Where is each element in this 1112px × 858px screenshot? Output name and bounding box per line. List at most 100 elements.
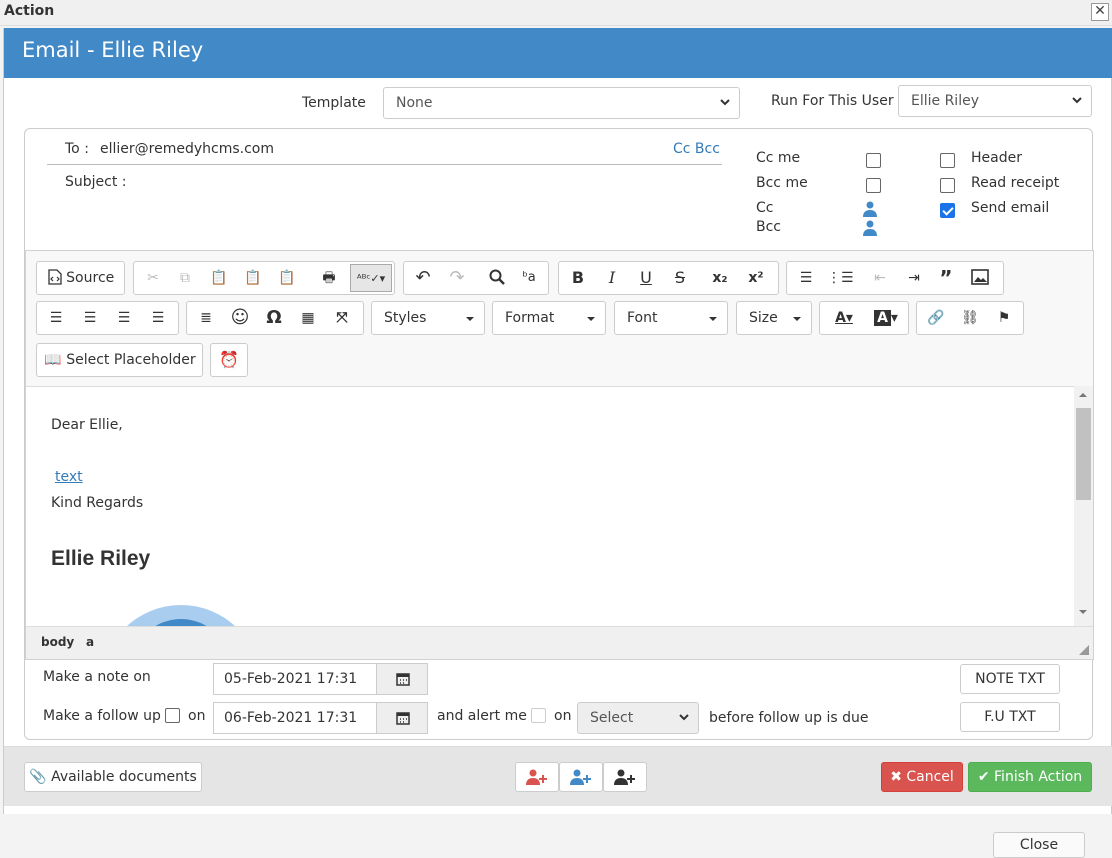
email-dialog: Email - Ellie Riley Template None Run Fo…	[3, 28, 1112, 814]
source-button[interactable]: Source	[41, 264, 121, 292]
note-calendar-button[interactable]	[376, 663, 428, 695]
replace-icon[interactable]: ᵇa	[516, 264, 542, 292]
alarm-clock-icon[interactable]: ⏰	[215, 346, 243, 374]
path-a[interactable]: a	[86, 635, 94, 649]
toolbar-group-placeholder: 📖 Select Placeholder	[36, 343, 203, 377]
bcc-person-icon[interactable]	[863, 220, 877, 236]
redo-icon[interactable]: ↷	[444, 264, 470, 292]
text-color-icon[interactable]: A▾	[824, 304, 864, 332]
cancel-button[interactable]: ✖ Cancel	[881, 762, 963, 792]
print-icon[interactable]: 🖶	[316, 264, 342, 292]
followup-calendar-button[interactable]	[376, 702, 428, 734]
followup-date-input[interactable]: 06-Feb-2021 17:31	[213, 702, 377, 734]
background-color-icon[interactable]: A ▾	[866, 304, 906, 332]
decrease-indent-icon[interactable]: ⇤	[867, 264, 893, 292]
available-documents-label: Available documents	[51, 769, 197, 785]
strikethrough-icon[interactable]: S	[667, 264, 693, 292]
body-link[interactable]: text	[55, 469, 83, 485]
bcc-me-checkbox[interactable]	[866, 178, 881, 193]
cc-person-icon[interactable]	[863, 201, 877, 217]
check-icon: ✔	[977, 769, 990, 785]
align-left-icon[interactable]: ☰	[43, 304, 69, 332]
underline-icon[interactable]: U	[633, 264, 659, 292]
special-char-icon[interactable]: Ω	[261, 304, 287, 332]
undo-icon[interactable]: ↶	[410, 264, 436, 292]
bulleted-list-icon[interactable]: ⋮☰	[827, 264, 854, 292]
add-user-blue-button[interactable]	[559, 762, 603, 792]
alert-select-value: Select	[590, 710, 634, 726]
find-icon[interactable]	[484, 264, 510, 292]
body-closing: Kind Regards	[51, 495, 144, 511]
alert-checkbox[interactable]	[531, 708, 546, 723]
alert-select[interactable]: Select	[577, 702, 699, 734]
editor-content[interactable]: Dear Ellie, text Kind Regards Ellie Rile…	[26, 386, 1074, 626]
paste-icon[interactable]: 📋	[206, 264, 232, 292]
select-placeholder-label: Select Placeholder	[66, 352, 196, 368]
path-body[interactable]: body	[41, 635, 74, 649]
scroll-thumb[interactable]	[1076, 408, 1091, 500]
add-user-red-button[interactable]	[515, 762, 559, 792]
fu-txt-button[interactable]: F.U TXT	[960, 702, 1060, 732]
toolbar-group-colors: A▾ A ▾	[819, 301, 909, 335]
font-dropdown[interactable]: Font	[614, 301, 728, 335]
calendar-icon	[396, 673, 410, 686]
size-dropdown[interactable]: Size	[736, 301, 812, 335]
cut-icon[interactable]: ✂	[140, 264, 166, 292]
numbered-list-icon[interactable]: ☰	[793, 264, 819, 292]
horizontal-line-icon[interactable]: ≣	[193, 304, 219, 332]
italic-icon[interactable]: I	[599, 264, 625, 292]
subject-label: Subject :	[65, 174, 127, 190]
unlink-icon[interactable]: ⛓	[955, 304, 985, 332]
align-center-icon[interactable]: ☰	[77, 304, 103, 332]
cc-bcc-link[interactable]: Cc Bcc	[673, 141, 720, 157]
superscript-icon[interactable]: x²	[743, 264, 769, 292]
bold-icon[interactable]: B	[565, 264, 591, 292]
run-for-user-select[interactable]: Ellie Riley	[898, 85, 1092, 117]
paste-word-icon[interactable]: 📋	[274, 264, 300, 292]
toolbar-group-lists: ☰ ⋮☰ ⇤ ⇥ ”	[786, 261, 1004, 295]
read-receipt-checkbox[interactable]	[940, 178, 955, 193]
toolbar-group-undo: ↶ ↷ ᵇa	[403, 261, 549, 295]
smiley-icon[interactable]: ☺	[227, 304, 253, 332]
finish-action-button[interactable]: ✔ Finish Action	[968, 762, 1092, 792]
format-dropdown[interactable]: Format	[492, 301, 606, 335]
subscript-icon[interactable]: x₂	[707, 264, 733, 292]
followup-date-value: 06-Feb-2021 17:31	[224, 710, 358, 726]
spellcheck-icon[interactable]: ᴬᴮᶜ✓▾	[350, 264, 392, 292]
justify-icon[interactable]: ☰	[145, 304, 171, 332]
paste-text-icon[interactable]: 📋	[240, 264, 266, 292]
increase-indent-icon[interactable]: ⇥	[901, 264, 927, 292]
image-icon[interactable]	[967, 264, 993, 292]
note-date-input[interactable]: 05-Feb-2021 17:31	[213, 663, 377, 695]
close-button[interactable]: Close	[993, 832, 1085, 858]
header-checkbox[interactable]	[940, 153, 955, 168]
scroll-down-icon[interactable]	[1079, 610, 1087, 618]
to-label: To :	[65, 141, 89, 157]
window-close-icon[interactable]: ✕	[1091, 3, 1109, 21]
blockquote-icon[interactable]: ”	[933, 264, 959, 292]
template-select[interactable]: None	[383, 87, 740, 119]
send-email-checkbox[interactable]	[940, 203, 955, 218]
available-documents-button[interactable]: 📎 Available documents	[24, 762, 202, 792]
resize-grip-icon[interactable]	[1079, 645, 1089, 655]
copy-icon[interactable]: ⧉	[172, 264, 198, 292]
followup-checkbox[interactable]	[165, 708, 180, 723]
styles-dropdown[interactable]: Styles	[371, 301, 485, 335]
cc-me-checkbox[interactable]	[866, 153, 881, 168]
to-field[interactable]: ellier@remedyhcms.com	[100, 141, 274, 157]
alert-label: and alert me	[437, 708, 527, 724]
scroll-up-icon[interactable]	[1079, 389, 1087, 397]
editor-scrollbar[interactable]	[1074, 386, 1093, 626]
add-user-black-button[interactable]	[603, 762, 647, 792]
calendar-icon	[396, 712, 410, 725]
select-placeholder-button[interactable]: 📖 Select Placeholder	[41, 346, 199, 374]
link-icon[interactable]: 🔗	[921, 304, 951, 332]
note-txt-button[interactable]: NOTE TXT	[960, 664, 1060, 694]
table-icon[interactable]: ▦	[295, 304, 321, 332]
anchor-flag-icon[interactable]: ⚑	[989, 304, 1019, 332]
toolbar-group-clipboard: ✂ ⧉ 📋 📋 📋 🖶 ᴬᴮᶜ✓▾	[133, 261, 395, 295]
maximize-icon[interactable]: ⤧	[329, 304, 355, 332]
followup-on-label: on	[188, 708, 206, 724]
read-receipt-label: Read receipt	[971, 175, 1060, 191]
align-right-icon[interactable]: ☰	[111, 304, 137, 332]
